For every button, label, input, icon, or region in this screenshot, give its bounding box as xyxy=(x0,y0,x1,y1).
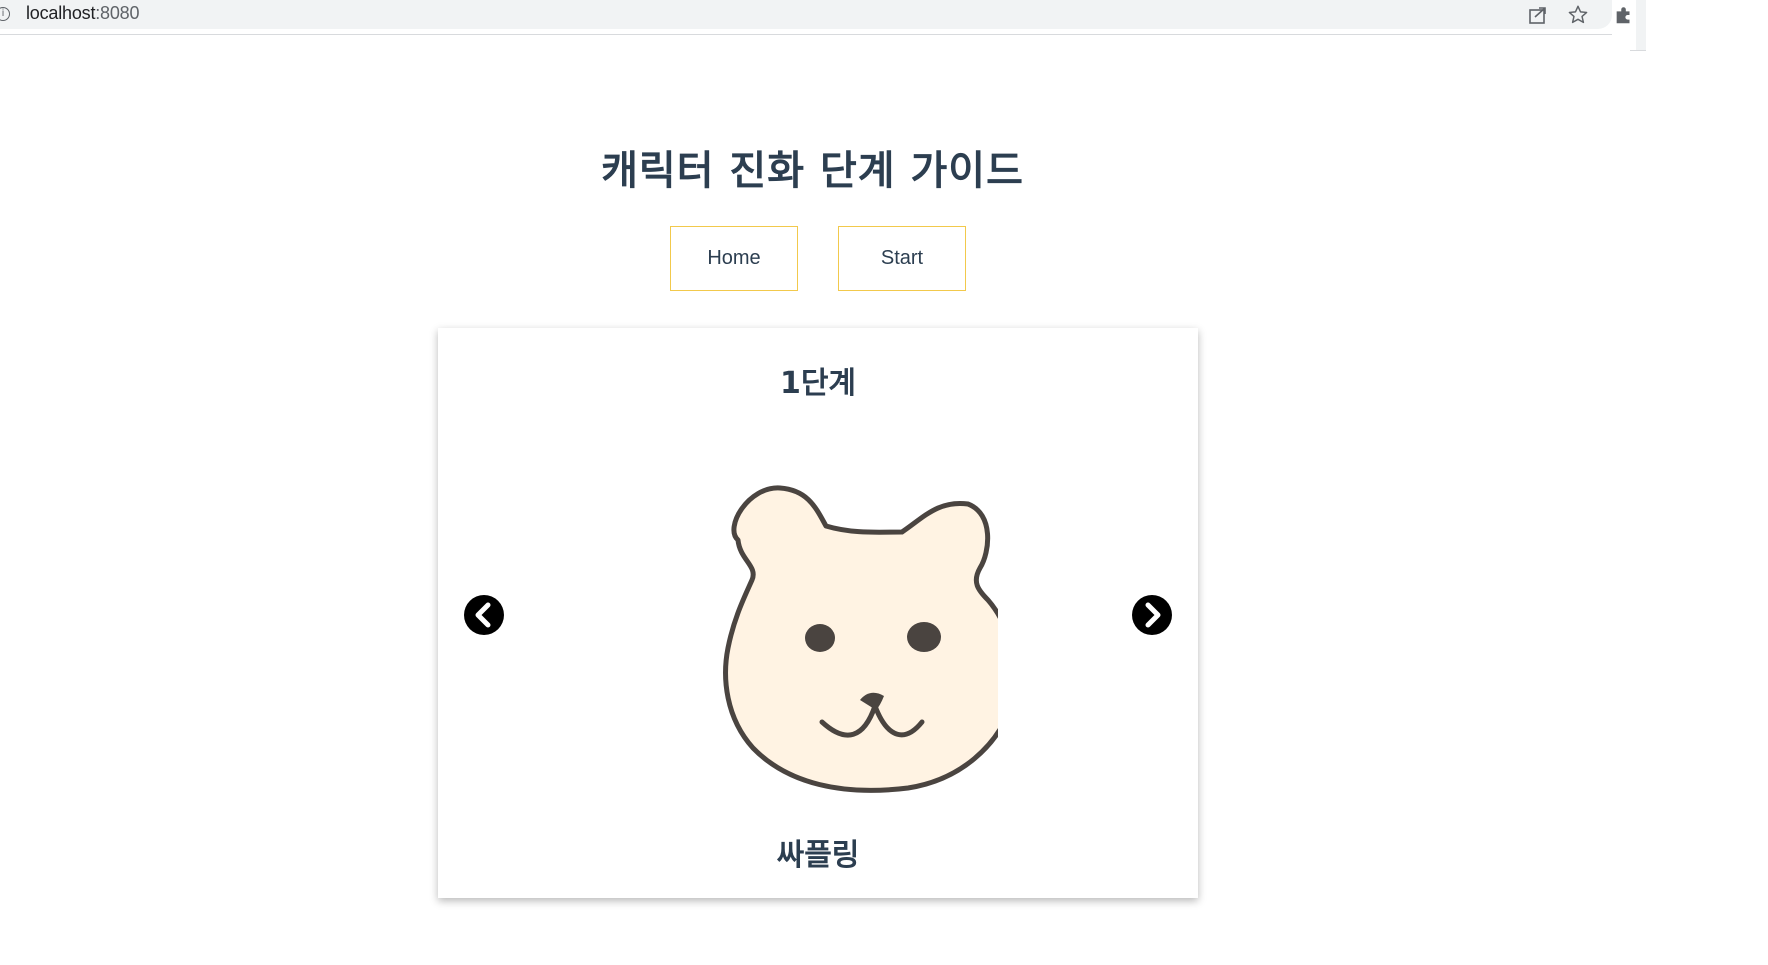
url-host: localhost xyxy=(26,3,96,23)
bear-character-image xyxy=(723,485,998,793)
side-panel-strip xyxy=(1636,0,1646,50)
chevron-right-circle-icon[interactable] xyxy=(1131,594,1173,636)
page-title: 캐릭터 진화 단계 가이드 xyxy=(601,148,1024,194)
home-button[interactable]: Home xyxy=(670,226,798,291)
browser-address-bar: i localhost:8080 xyxy=(0,0,1630,29)
start-button[interactable]: Start xyxy=(838,226,966,291)
url-port: :8080 xyxy=(95,3,140,23)
stage-title: 1단계 xyxy=(779,366,857,401)
bookmark-star-icon[interactable] xyxy=(1566,3,1590,27)
side-panel-divider xyxy=(1630,50,1646,51)
extensions-puzzle-icon[interactable] xyxy=(1612,3,1636,27)
toolbar-divider xyxy=(0,34,1612,35)
site-info-icon[interactable]: i xyxy=(0,7,10,21)
character-card: 1단계 싸플링 xyxy=(438,328,1198,898)
character-name: 싸플링 xyxy=(776,838,860,873)
chevron-left-circle-icon[interactable] xyxy=(463,594,505,636)
share-icon[interactable] xyxy=(1526,3,1550,27)
url-field[interactable]: localhost:8080 xyxy=(26,3,139,24)
